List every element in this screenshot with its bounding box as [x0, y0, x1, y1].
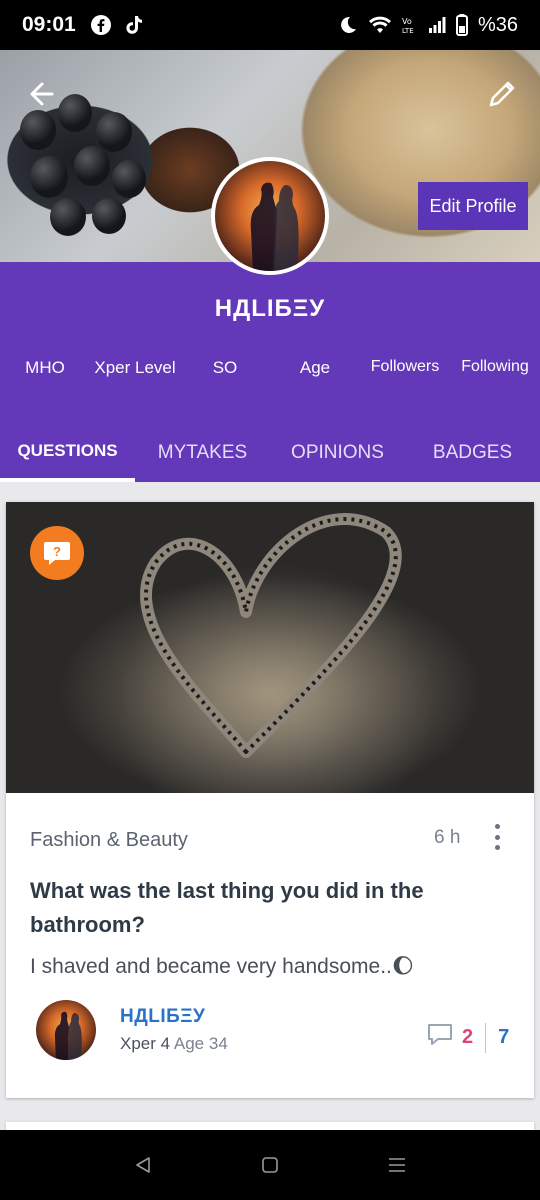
- counts-divider: [485, 1022, 487, 1053]
- author-xper: Xper 4: [120, 1034, 171, 1053]
- nav-recents-icon[interactable]: [377, 1145, 417, 1185]
- signal-icon: [428, 16, 446, 34]
- stat-mho[interactable]: MHO: [0, 358, 90, 378]
- facebook-icon: [90, 14, 112, 36]
- author-name[interactable]: НДLIБΞУ: [120, 1006, 205, 1028]
- more-options-icon[interactable]: [488, 822, 506, 852]
- stat-xper-level[interactable]: Xper Level: [90, 358, 180, 378]
- tab-badges[interactable]: BADGES: [405, 424, 540, 482]
- author-age: Age 34: [173, 1034, 228, 1053]
- profile-username: НДLIБΞУ: [214, 295, 326, 322]
- question-card[interactable]: ? Fashion & Beauty 6 h What was the last…: [6, 502, 534, 1098]
- profile-avatar[interactable]: [211, 157, 329, 275]
- stat-followers[interactable]: Followers: [360, 358, 450, 378]
- comment-icon[interactable]: [426, 1022, 454, 1053]
- question-body[interactable]: I shaved and became very handsome..🌔: [30, 954, 520, 979]
- battery-icon: [455, 14, 468, 36]
- back-arrow-icon[interactable]: [24, 76, 60, 112]
- tiktok-icon: [124, 14, 144, 36]
- question-badge-icon: ?: [30, 526, 84, 580]
- edit-profile-button[interactable]: Edit Profile: [418, 182, 528, 230]
- post-category[interactable]: Fashion & Beauty: [30, 829, 188, 852]
- status-time: 09:01: [22, 13, 76, 36]
- nav-home-icon[interactable]: [250, 1145, 290, 1185]
- wifi-icon: [368, 15, 392, 35]
- svg-text:Vo: Vo: [402, 17, 412, 26]
- profile-stats: MHO Xper Level SO Age Followers Followin…: [0, 358, 540, 378]
- tab-mytakes[interactable]: MYTAKES: [135, 424, 270, 482]
- status-bar: 09:01 Vo LTE %36: [0, 0, 540, 50]
- author-meta: Xper 4 Age 34: [120, 1034, 228, 1054]
- tab-opinions[interactable]: OPINIONS: [270, 424, 405, 482]
- tab-questions[interactable]: QUESTIONS: [0, 424, 135, 482]
- stat-so[interactable]: SO: [180, 358, 270, 378]
- svg-text:LTE: LTE: [402, 27, 414, 35]
- battery-percent: %36: [477, 13, 518, 36]
- svg-text:?: ?: [53, 544, 61, 559]
- profile-tabs: QUESTIONS MYTAKES OPINIONS BADGES: [0, 424, 540, 482]
- question-title[interactable]: What was the last thing you did in the b…: [30, 874, 500, 942]
- nav-back-icon[interactable]: [123, 1145, 163, 1185]
- vote-count[interactable]: 7: [498, 1026, 509, 1049]
- system-nav-bar: [0, 1130, 540, 1200]
- stat-following[interactable]: Following: [450, 358, 540, 378]
- post-time: 6 h: [434, 827, 461, 848]
- post-counts: 2 7: [426, 1022, 509, 1053]
- comment-count[interactable]: 2: [462, 1026, 473, 1049]
- moon-icon: [338, 15, 358, 35]
- volte-icon: Vo LTE: [402, 15, 418, 35]
- author-avatar[interactable]: [36, 1000, 96, 1060]
- question-image[interactable]: ?: [6, 502, 534, 793]
- pencil-icon[interactable]: [484, 76, 520, 112]
- stat-age: Age: [299, 358, 331, 377]
